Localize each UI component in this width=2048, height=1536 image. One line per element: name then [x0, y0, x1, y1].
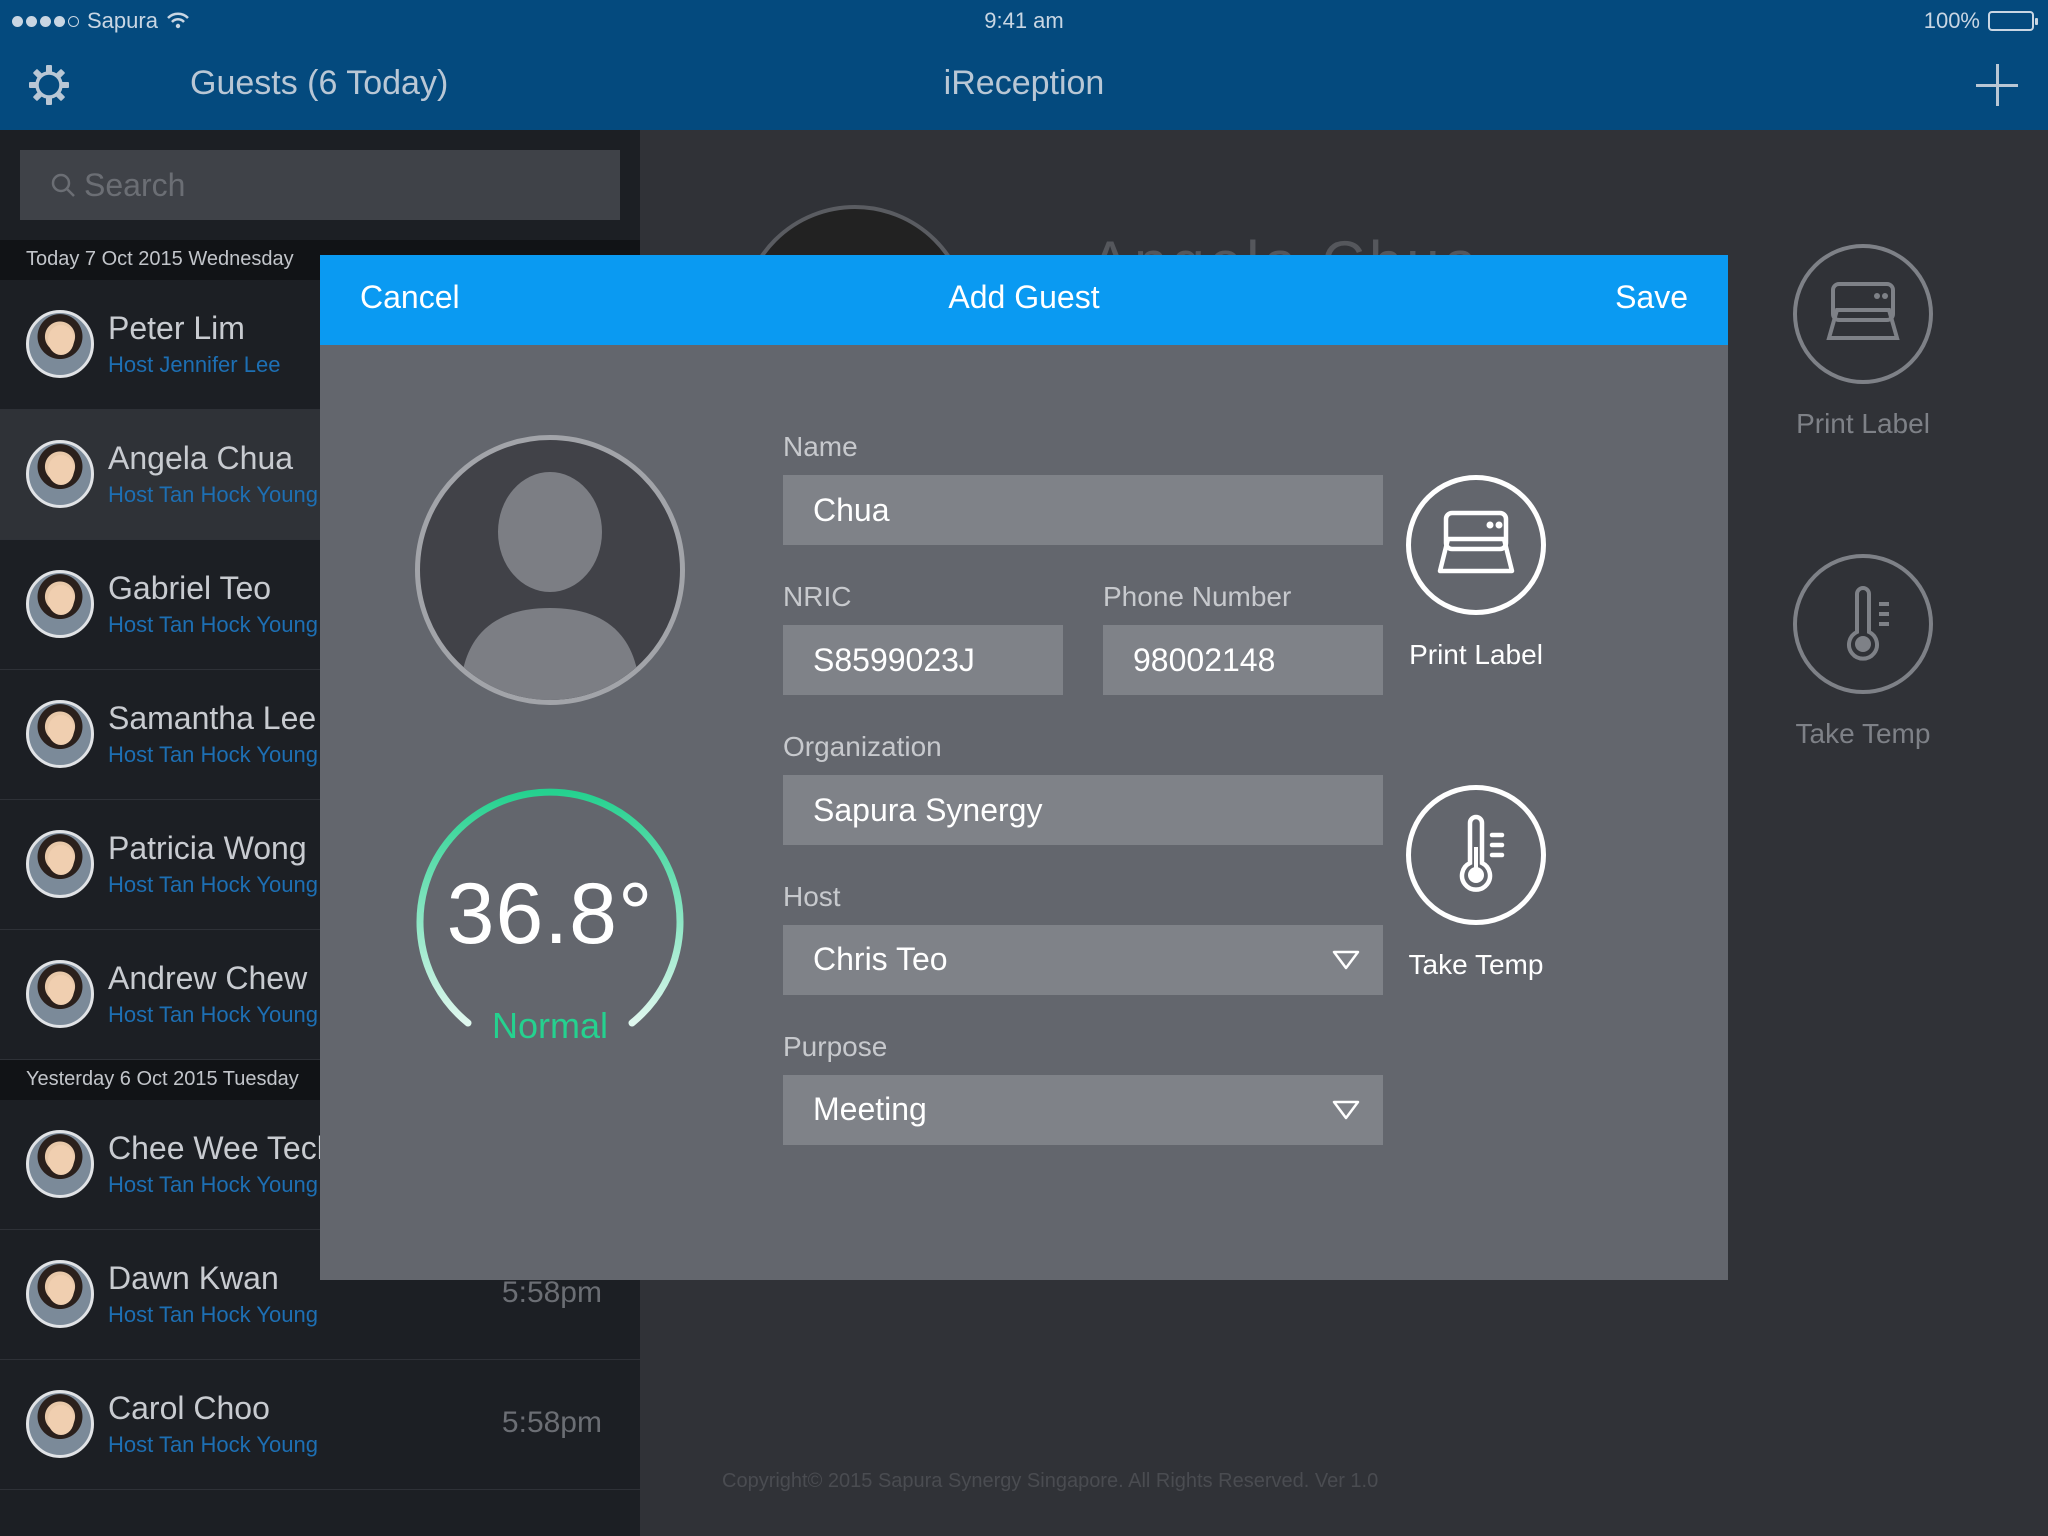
organization-label: Organization [783, 731, 942, 762]
take-temp-text: Take Temp [1408, 949, 1544, 980]
purpose-select[interactable]: Meeting [783, 1075, 1383, 1145]
phone-field[interactable] [1103, 625, 1383, 695]
detail-print-label-action[interactable]: Print Label [1763, 244, 1963, 440]
search-bar[interactable] [20, 150, 620, 220]
host-select-value: Chris Teo [813, 941, 948, 977]
modal-title: Add Guest [948, 279, 1100, 315]
guest-name: Carol Choo [108, 1390, 270, 1426]
thermometer-icon[interactable] [1793, 554, 1933, 694]
guest-name: Samantha Lee [108, 700, 317, 736]
battery-icon [1988, 11, 2038, 31]
purpose-select-value: Meeting [813, 1091, 927, 1127]
person-silhouette-icon [460, 472, 640, 700]
navigation-bar: Sapura 9:41 am 100% Guests (6 Today) iRe… [0, 0, 2048, 130]
avatar [26, 960, 94, 1028]
copyright-footer: Copyright© 2015 Sapura Synergy Singapore… [722, 1470, 1379, 1492]
guest-name: Patricia Wong [108, 830, 307, 866]
name-field[interactable] [783, 475, 1383, 545]
guest-host: Host Tan Hock Young [108, 1172, 318, 1197]
printer-icon[interactable] [1406, 475, 1546, 615]
thermometer-icon[interactable] [1406, 785, 1546, 925]
host-label: Host [783, 881, 841, 912]
avatar [26, 570, 94, 638]
guest-name: Peter Lim [108, 310, 245, 346]
save-button[interactable]: Save [1615, 279, 1688, 316]
organization-field[interactable] [783, 775, 1383, 845]
avatar [26, 1260, 94, 1328]
avatar [26, 830, 94, 898]
temperature-status: Normal [491, 1005, 608, 1046]
guest-host: Host Tan Hock Young [108, 482, 318, 507]
status-time: 9:41 am [984, 8, 1064, 33]
phone-label: Phone Number [1103, 581, 1292, 612]
avatar [26, 1130, 94, 1198]
plus-icon[interactable] [1976, 64, 2018, 106]
print-label-text: Print Label [1409, 639, 1543, 670]
guest-time: 5:58pm [501, 1276, 602, 1309]
app-title: iReception [943, 64, 1105, 102]
guest-host: Host Tan Hock Young [108, 872, 318, 897]
nric-label: NRIC [783, 581, 852, 612]
status-right: 100% [1923, 8, 2038, 34]
guest-host: Host Tan Hock Young [108, 1302, 318, 1327]
print-label-action[interactable]: Print Label [1356, 475, 1596, 671]
status-bar: Sapura 9:41 am 100% [0, 0, 2048, 40]
detail-take-temp-action[interactable]: Take Temp [1763, 554, 1963, 750]
name-label: Name [783, 431, 858, 462]
modal-header: Cancel Add Guest Save [320, 255, 1728, 345]
guest-name: Chee Wee Teck [108, 1130, 333, 1166]
guest-name: Dawn Kwan [108, 1260, 279, 1296]
search-input[interactable] [84, 160, 604, 210]
host-select[interactable]: Chris Teo [783, 925, 1383, 995]
avatar [26, 700, 94, 768]
temperature-value: 36.8° [446, 866, 654, 962]
take-temp-action[interactable]: Take Temp [1356, 785, 1596, 981]
avatar [26, 310, 94, 378]
chevron-down-icon [1332, 1100, 1360, 1120]
detail-take-temp-text: Take Temp [1795, 718, 1931, 749]
guest-time: 5:58pm [501, 1406, 602, 1439]
guest-name: Andrew Chew [108, 960, 308, 996]
guest-host: Host Jennifer Lee [108, 352, 281, 377]
printer-icon[interactable] [1793, 244, 1933, 384]
guest-photo-placeholder[interactable] [415, 435, 685, 705]
purpose-label: Purpose [783, 1031, 888, 1062]
battery-percent: 100% [1923, 8, 1980, 33]
guest-host: Host Tan Hock Young [108, 1002, 318, 1027]
detail-print-label-text: Print Label [1796, 408, 1930, 439]
guest-name: Angela Chua [108, 440, 294, 476]
guest-host: Host Tan Hock Young [108, 612, 318, 637]
guest-host: Host Tan Hock Young [108, 742, 318, 767]
search-icon [51, 173, 75, 197]
guest-name: Gabriel Teo [108, 570, 272, 606]
avatar [26, 440, 94, 508]
nric-field[interactable] [783, 625, 1063, 695]
avatar [26, 1390, 94, 1458]
guest-row[interactable]: Carol Choo Host Tan Hock Young 5:58pm [0, 1360, 640, 1490]
guest-host: Host Tan Hock Young [108, 1432, 318, 1457]
add-guest-modal: Cancel Add Guest Save 36.8° Normal Name … [320, 255, 1728, 1280]
